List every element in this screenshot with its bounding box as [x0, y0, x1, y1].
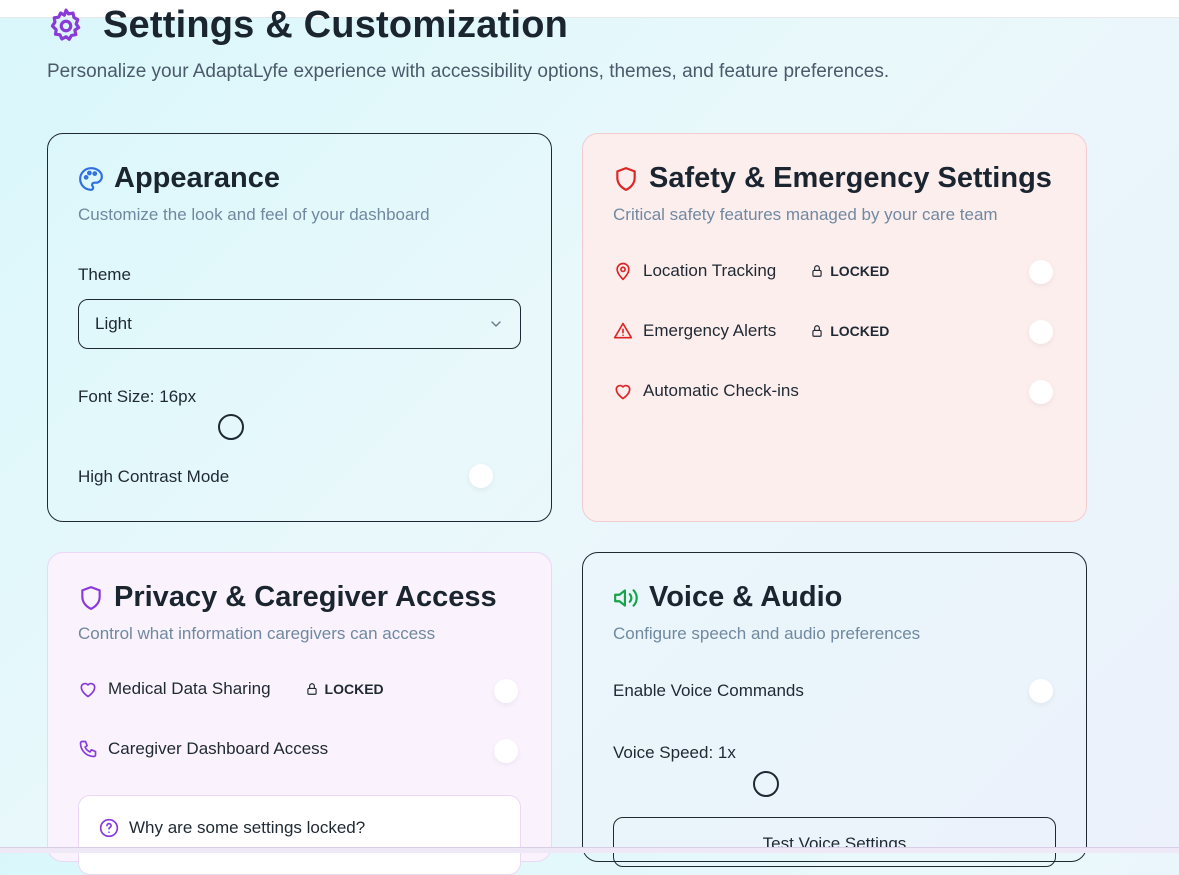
locked-label: LOCKED	[830, 323, 890, 339]
safety-title: Safety & Emergency Settings	[649, 162, 1052, 194]
locked-label: LOCKED	[324, 681, 384, 697]
setting-row-location-tracking: Location Tracking LOCKED	[613, 261, 889, 281]
theme-select[interactable]: Light	[78, 299, 521, 349]
settings-gear-icon	[47, 7, 85, 45]
medical-data-sharing-toggle[interactable]	[494, 679, 518, 703]
help-text: Why are some settings locked?	[129, 818, 366, 837]
caregiver-dashboard-access-label: Caregiver Dashboard Access	[108, 739, 329, 758]
theme-select-value: Light	[95, 314, 132, 333]
locked-badge: LOCKED	[810, 263, 889, 279]
chevron-down-icon	[488, 316, 504, 332]
medical-data-sharing-label: Medical Data Sharing	[108, 679, 271, 698]
page-title-row: Settings & Customization	[47, 4, 889, 47]
high-contrast-toggle[interactable]	[469, 464, 493, 488]
palette-icon	[78, 166, 104, 192]
locked-badge: LOCKED	[810, 323, 889, 339]
safety-title-row: Safety & Emergency Settings	[613, 162, 1056, 195]
setting-row-automatic-check-ins: Automatic Check-ins	[613, 381, 799, 401]
voice-speed-slider-thumb[interactable]	[753, 771, 779, 797]
voice-card: Voice & Audio Configure speech and audio…	[582, 552, 1087, 867]
high-contrast-label: High Contrast Mode	[78, 467, 230, 486]
privacy-title-row: Privacy & Caregiver Access	[78, 581, 521, 614]
volume-icon	[613, 585, 639, 611]
automatic-check-ins-label: Automatic Check-ins	[643, 381, 799, 400]
appearance-title: Appearance	[114, 162, 281, 194]
caregiver-dashboard-access-toggle[interactable]	[494, 739, 518, 763]
setting-row-caregiver-dashboard-access: Caregiver Dashboard Access	[78, 739, 328, 759]
automatic-check-ins-toggle[interactable]	[1029, 380, 1053, 404]
lock-icon	[810, 324, 824, 338]
locked-label: LOCKED	[830, 263, 890, 279]
safety-subtitle: Critical safety features managed by your…	[613, 205, 998, 224]
enable-voice-commands-label: Enable Voice Commands	[613, 681, 804, 700]
privacy-subtitle: Control what information caregivers can …	[78, 624, 436, 643]
page-subtitle: Personalize your AdaptaLyfe experience w…	[47, 61, 890, 82]
bottom-edge-bar	[0, 847, 1179, 853]
voice-title-row: Voice & Audio	[613, 581, 1056, 614]
shield-icon	[78, 585, 104, 611]
enable-voice-commands-toggle[interactable]	[1029, 679, 1053, 703]
privacy-card: Privacy & Caregiver Access Control what …	[47, 552, 552, 875]
appearance-card: Appearance Customize the look and feel o…	[47, 133, 552, 522]
location-tracking-label: Location Tracking	[643, 261, 777, 280]
test-voice-settings-button[interactable]: Test Voice Settings	[613, 817, 1056, 867]
lock-icon	[305, 682, 319, 696]
setting-row-medical-data-sharing: Medical Data Sharing LOCKED	[78, 679, 384, 699]
font-size-slider-thumb[interactable]	[218, 414, 244, 440]
heart-icon	[78, 679, 98, 699]
locked-badge: LOCKED	[305, 681, 384, 697]
lock-icon	[810, 264, 824, 278]
voice-title: Voice & Audio	[649, 581, 843, 613]
appearance-subtitle: Customize the look and feel of your dash…	[78, 205, 430, 224]
voice-subtitle: Configure speech and audio preferences	[613, 624, 921, 643]
setting-row-emergency-alerts: Emergency Alerts LOCKED	[613, 321, 889, 341]
theme-label: Theme	[78, 265, 131, 284]
page-header: Settings & Customization Personalize you…	[47, 4, 889, 83]
safety-card: Safety & Emergency Settings Critical saf…	[582, 133, 1087, 522]
map-pin-icon	[613, 261, 633, 281]
location-tracking-toggle[interactable]	[1029, 260, 1053, 284]
voice-speed-label: Voice Speed: 1x	[613, 743, 736, 762]
phone-icon	[78, 739, 98, 759]
shield-icon	[613, 166, 639, 192]
emergency-alerts-toggle[interactable]	[1029, 320, 1053, 344]
help-circle-icon	[99, 818, 119, 838]
appearance-title-row: Appearance	[78, 162, 521, 195]
privacy-title: Privacy & Caregiver Access	[114, 581, 497, 613]
locked-settings-help-box[interactable]: Why are some settings locked?	[78, 795, 521, 875]
alert-triangle-icon	[613, 321, 633, 341]
font-size-label: Font Size: 16px	[78, 387, 197, 406]
emergency-alerts-label: Emergency Alerts	[643, 321, 777, 340]
heart-icon	[613, 381, 633, 401]
page-title: Settings & Customization	[103, 4, 569, 46]
